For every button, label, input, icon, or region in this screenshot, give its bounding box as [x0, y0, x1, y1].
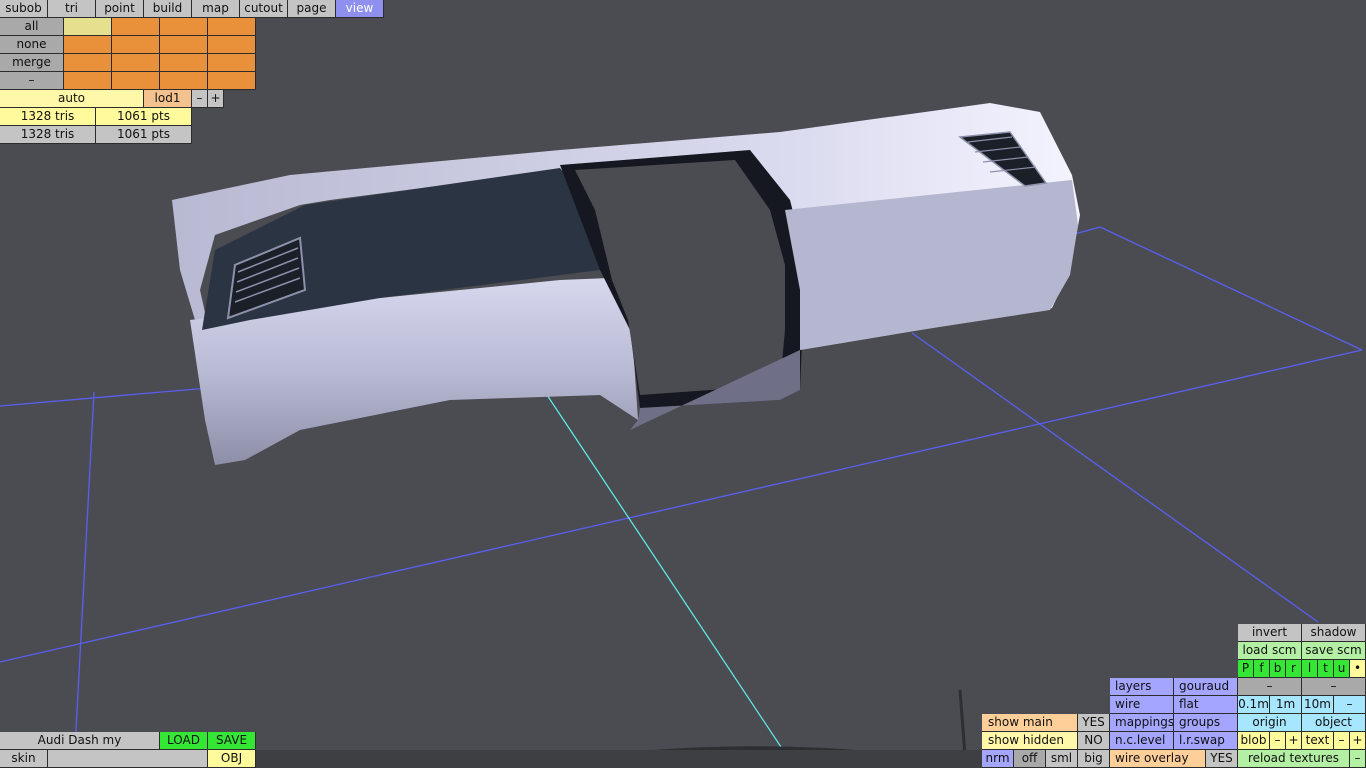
- origin-button[interactable]: origin: [1238, 714, 1302, 732]
- layer-cell[interactable]: [160, 36, 208, 54]
- grid-minus-button[interactable]: –: [1334, 696, 1366, 714]
- layer-cell[interactable]: [208, 54, 256, 72]
- reload-textures-button[interactable]: reload textures: [1238, 750, 1350, 768]
- grid-01m-button[interactable]: 0.1m: [1238, 696, 1270, 714]
- layer-cell[interactable]: [64, 54, 112, 72]
- view-r-button[interactable]: r: [1286, 660, 1302, 678]
- layer-cell[interactable]: [208, 72, 256, 90]
- show-hidden-value[interactable]: NO: [1078, 732, 1110, 750]
- text-button[interactable]: text: [1302, 732, 1334, 750]
- lod-auto-button[interactable]: auto: [0, 90, 144, 108]
- 3d-viewport[interactable]: [0, 0, 1366, 768]
- layer-cell[interactable]: [112, 18, 160, 36]
- wire-button[interactable]: wire: [1110, 696, 1174, 714]
- layer-cell[interactable]: [160, 54, 208, 72]
- lod1-button[interactable]: lod1: [144, 90, 192, 108]
- view-l-button[interactable]: l: [1302, 660, 1318, 678]
- menu-page[interactable]: page: [288, 0, 336, 18]
- merge-button[interactable]: merge: [0, 54, 64, 72]
- select-dash-button[interactable]: –: [0, 72, 64, 90]
- tris-count-total: 1328 tris: [0, 126, 96, 144]
- dash-button-2[interactable]: –: [1302, 678, 1366, 696]
- view-b-button[interactable]: b: [1270, 660, 1286, 678]
- menu-map[interactable]: map: [192, 0, 240, 18]
- menu-subob[interactable]: subob: [0, 0, 48, 18]
- big-button[interactable]: big: [1078, 750, 1110, 768]
- layer-cell[interactable]: [208, 18, 256, 36]
- layer-cell[interactable]: [64, 36, 112, 54]
- off-button[interactable]: off: [1014, 750, 1046, 768]
- lr-swap-button[interactable]: l.r.swap: [1174, 732, 1238, 750]
- invert-button[interactable]: invert: [1238, 624, 1302, 642]
- pts-count: 1061 pts: [96, 108, 192, 126]
- menu-build[interactable]: build: [144, 0, 192, 18]
- file-name-field[interactable]: Audi Dash my: [0, 732, 160, 750]
- select-all-button[interactable]: all: [0, 18, 64, 36]
- skin-field[interactable]: [48, 750, 208, 768]
- layer-cell[interactable]: [112, 54, 160, 72]
- layer-cell[interactable]: [160, 72, 208, 90]
- load-scm-button[interactable]: load scm: [1238, 642, 1302, 660]
- layer-cell[interactable]: [64, 18, 112, 36]
- flat-button[interactable]: flat: [1174, 696, 1238, 714]
- layer-cell[interactable]: [160, 18, 208, 36]
- groups-button[interactable]: groups: [1174, 714, 1238, 732]
- axis-line: [544, 391, 796, 768]
- object-button[interactable]: object: [1302, 714, 1366, 732]
- view-p-button[interactable]: P: [1238, 660, 1254, 678]
- menu-tri[interactable]: tri: [48, 0, 96, 18]
- layers-button[interactable]: layers: [1110, 678, 1174, 696]
- blob-button[interactable]: blob: [1238, 732, 1270, 750]
- lod-plus-button[interactable]: +: [208, 90, 224, 108]
- menu-view[interactable]: view: [336, 0, 384, 18]
- layer-cell[interactable]: [208, 36, 256, 54]
- shadow-button[interactable]: shadow: [1302, 624, 1366, 642]
- view-dot-button[interactable]: •: [1350, 660, 1366, 678]
- lod-minus-button[interactable]: –: [192, 90, 208, 108]
- mappings-button[interactable]: mappings: [1110, 714, 1174, 732]
- grid-1m-button[interactable]: 1m: [1270, 696, 1302, 714]
- pts-count-total: 1061 pts: [96, 126, 192, 144]
- layer-cell[interactable]: [112, 72, 160, 90]
- menu-cutout[interactable]: cutout: [240, 0, 288, 18]
- gouraud-button[interactable]: gouraud: [1174, 678, 1238, 696]
- save-button[interactable]: SAVE: [208, 732, 256, 750]
- dash-button-1[interactable]: –: [1238, 678, 1302, 696]
- load-button[interactable]: LOAD: [160, 732, 208, 750]
- text-plus-button[interactable]: +: [1350, 732, 1366, 750]
- dashboard-model[interactable]: [172, 103, 1080, 465]
- show-hidden-button[interactable]: show hidden: [982, 732, 1078, 750]
- view-f-button[interactable]: f: [1254, 660, 1270, 678]
- show-main-button[interactable]: show main: [982, 714, 1078, 732]
- text-minus-button[interactable]: –: [1334, 732, 1350, 750]
- save-scm-button[interactable]: save scm: [1302, 642, 1366, 660]
- menu-point[interactable]: point: [96, 0, 144, 18]
- layer-cell[interactable]: [112, 36, 160, 54]
- blob-plus-button[interactable]: +: [1286, 732, 1302, 750]
- sml-button[interactable]: sml: [1046, 750, 1078, 768]
- wire-overlay-value[interactable]: YES: [1206, 750, 1238, 768]
- nrm-button[interactable]: nrm: [982, 750, 1014, 768]
- blob-minus-button[interactable]: –: [1270, 732, 1286, 750]
- tris-count: 1328 tris: [0, 108, 96, 126]
- show-main-value[interactable]: YES: [1078, 714, 1110, 732]
- skin-button[interactable]: skin: [0, 750, 48, 768]
- select-none-button[interactable]: none: [0, 36, 64, 54]
- obj-button[interactable]: OBJ: [208, 750, 256, 768]
- view-u-button[interactable]: u: [1334, 660, 1350, 678]
- reload-minus-button[interactable]: –: [1350, 750, 1366, 768]
- view-t-button[interactable]: t: [1318, 660, 1334, 678]
- nc-level-button[interactable]: n.c.level: [1110, 732, 1174, 750]
- grid-10m-button[interactable]: 10m: [1302, 696, 1334, 714]
- layer-cell[interactable]: [64, 72, 112, 90]
- wire-overlay-button[interactable]: wire overlay: [1110, 750, 1206, 768]
